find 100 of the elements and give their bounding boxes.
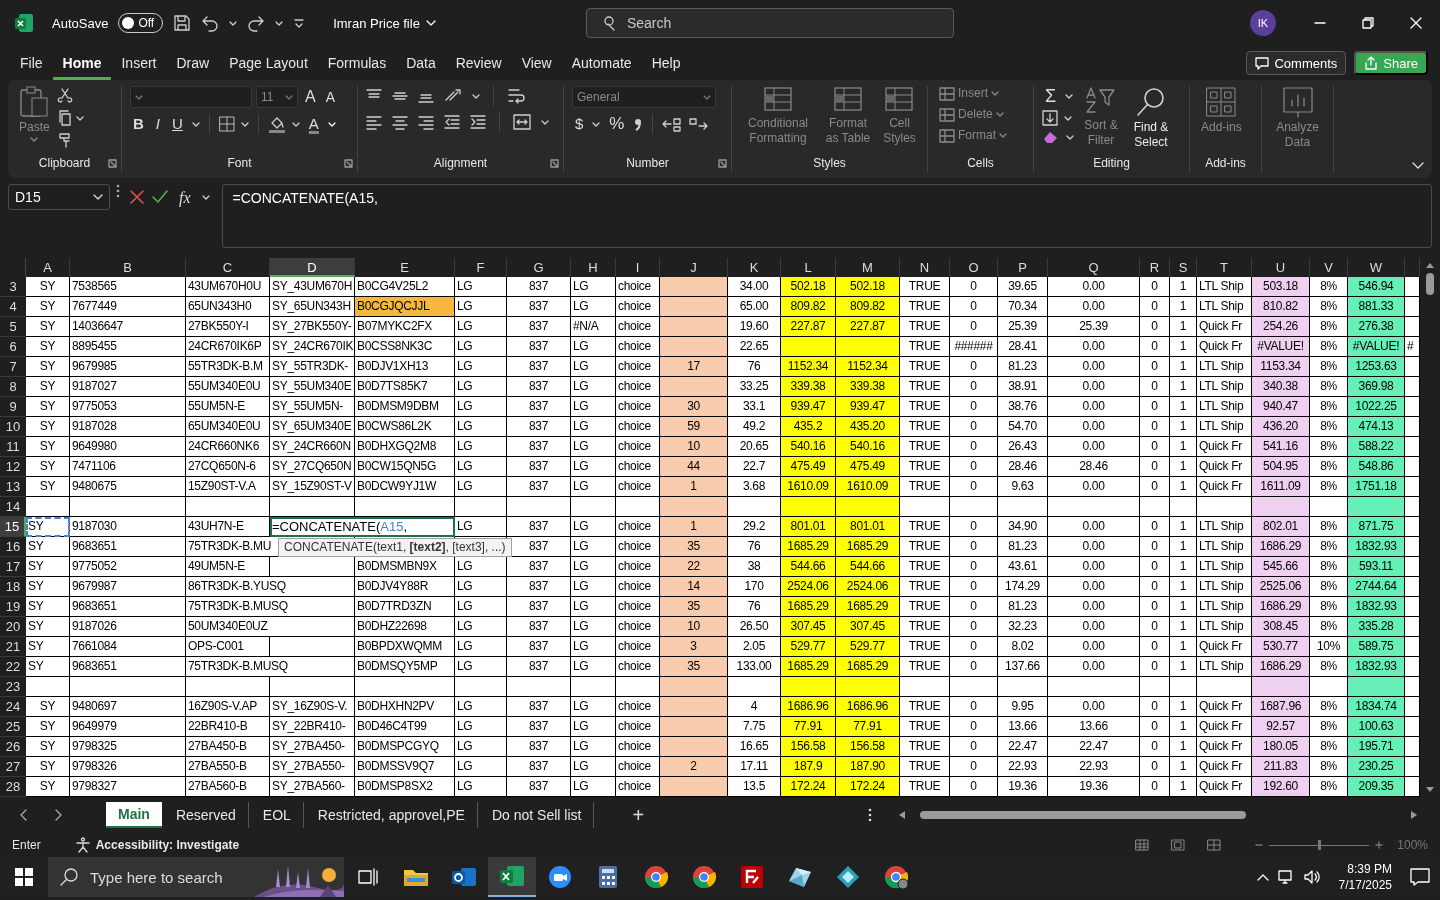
bold-button[interactable]: B (130, 114, 147, 134)
next-icon[interactable] (54, 809, 62, 821)
row-header[interactable]: 21 (0, 637, 26, 657)
sheet-tab[interactable]: Restricted, approvel,PE (305, 802, 478, 828)
row-header[interactable]: 8 (0, 377, 26, 397)
row-header[interactable]: 4 (0, 297, 26, 317)
mail-app-icon[interactable] (451, 865, 477, 889)
customize-icon[interactable] (293, 17, 306, 29)
underline-button[interactable]: U (169, 114, 186, 134)
ribbon-tab[interactable]: Data (396, 46, 446, 80)
notification-icon[interactable] (1410, 868, 1430, 886)
restore-icon[interactable] (1362, 17, 1374, 29)
check-icon[interactable] (152, 190, 168, 204)
previous-icon[interactable] (20, 809, 28, 821)
scroll-right-icon[interactable] (1410, 810, 1418, 820)
column-header[interactable]: F (455, 258, 507, 277)
increase-indent-icon[interactable] (470, 114, 486, 130)
row-header[interactable]: 16 (0, 537, 26, 557)
row-header[interactable]: 22 (0, 657, 26, 677)
chevron-down-icon[interactable] (1412, 162, 1424, 170)
row-header[interactable]: 15 (0, 517, 26, 537)
row-header[interactable]: 27 (0, 757, 26, 777)
windows-logo-icon[interactable] (15, 868, 33, 886)
ribbon-tab[interactable]: Formulas (317, 46, 397, 80)
row-header[interactable]: 25 (0, 717, 26, 737)
fill-down-icon[interactable] (1042, 110, 1058, 126)
row-header[interactable]: 9 (0, 397, 26, 417)
network-icon[interactable] (1276, 869, 1295, 885)
row-header[interactable]: 24 (0, 697, 26, 717)
formula-field[interactable]: =CONCATENATE(A15, (221, 184, 1432, 248)
row-header[interactable]: 28 (0, 777, 26, 797)
search-field[interactable]: Search (585, 8, 954, 38)
clock-time[interactable]: 8:39 PM (1347, 861, 1392, 877)
row-header[interactable]: 6 (0, 337, 26, 357)
spreadsheet-app-icon[interactable] (499, 864, 525, 888)
column-header[interactable]: T (1197, 258, 1252, 277)
zoom-out-icon[interactable] (1255, 841, 1264, 849)
clock-date[interactable]: 7/17/2025 (1338, 877, 1392, 893)
scissors-icon[interactable] (56, 88, 73, 104)
row-header[interactable]: 7 (0, 357, 26, 377)
column-header[interactable]: U (1252, 258, 1310, 277)
file-title[interactable]: Imran Price file (333, 15, 420, 31)
normal-view-icon[interactable] (1135, 839, 1150, 851)
sheet-tab[interactable]: EOL (250, 802, 304, 828)
zoom-in-icon[interactable] (1375, 841, 1384, 849)
column-header[interactable]: V (1310, 258, 1348, 277)
borders-icon[interactable] (218, 116, 235, 132)
accessibility-status[interactable]: Accessibility: Investigate (95, 838, 240, 852)
close-icon[interactable] (1410, 17, 1422, 29)
ftp-app-icon[interactable] (740, 865, 764, 889)
column-header[interactable]: B (70, 258, 186, 277)
row-header[interactable]: 26 (0, 737, 26, 757)
italic-button[interactable]: I (152, 114, 163, 134)
column-header[interactable]: M (836, 258, 900, 277)
ribbon-tab[interactable]: Insert (111, 46, 167, 80)
launcher-icon[interactable] (550, 159, 559, 168)
calculator-icon[interactable] (598, 865, 618, 889)
eraser-icon[interactable] (1042, 130, 1060, 144)
font-color-button[interactable]: A (305, 114, 322, 134)
fill-color-icon[interactable] (267, 115, 286, 133)
cube-app-icon[interactable] (836, 865, 860, 889)
row-header[interactable]: 14 (0, 497, 26, 517)
row-header[interactable]: 18 (0, 577, 26, 597)
shrink-font-button[interactable]: A (322, 87, 338, 107)
add-sheet-button[interactable]: + (626, 807, 651, 823)
column-header[interactable]: W (1348, 258, 1405, 277)
column-header[interactable]: I (616, 258, 660, 277)
column-header[interactable]: J (660, 258, 728, 277)
column-header[interactable]: A (26, 258, 70, 277)
column-header[interactable]: O (950, 258, 998, 277)
comma-style-icon[interactable] (633, 116, 644, 132)
row-header[interactable]: 20 (0, 617, 26, 637)
zoom-slider[interactable] (1318, 839, 1322, 850)
column-header[interactable]: E (355, 258, 455, 277)
page-layout-icon[interactable] (1171, 839, 1186, 851)
sheet-tab[interactable]: Reserved (163, 802, 249, 828)
browser-icon[interactable] (691, 864, 717, 890)
scroll-thumb[interactable] (1426, 273, 1434, 295)
zoom-level[interactable]: 100% (1397, 838, 1428, 852)
currency-button[interactable]: $ (572, 114, 587, 134)
increase-decimal-icon[interactable] (662, 116, 683, 132)
number-format-field[interactable]: General (572, 86, 716, 108)
column-header[interactable]: N (900, 258, 950, 277)
chevron-up-icon[interactable] (1256, 873, 1269, 881)
ribbon-tab[interactable]: Review (445, 46, 512, 80)
speaker-icon[interactable] (1302, 869, 1321, 885)
percent-button[interactable]: % (606, 114, 628, 134)
redo-icon[interactable] (247, 14, 266, 32)
name-box[interactable]: D15 (8, 184, 110, 210)
row-header[interactable]: 12 (0, 457, 26, 477)
launcher-icon[interactable] (718, 159, 727, 168)
row-header[interactable]: 19 (0, 597, 26, 617)
column-header[interactable]: H (571, 258, 616, 277)
launcher-icon[interactable] (108, 159, 117, 168)
browser-profile-icon[interactable] (883, 864, 909, 890)
save-icon[interactable] (173, 14, 192, 32)
sheet-tab[interactable]: Do not Sell list (479, 802, 595, 828)
column-header[interactable]: R (1140, 258, 1170, 277)
comments-button[interactable]: Comments (1246, 51, 1347, 75)
chevron-down-icon[interactable] (93, 193, 103, 201)
